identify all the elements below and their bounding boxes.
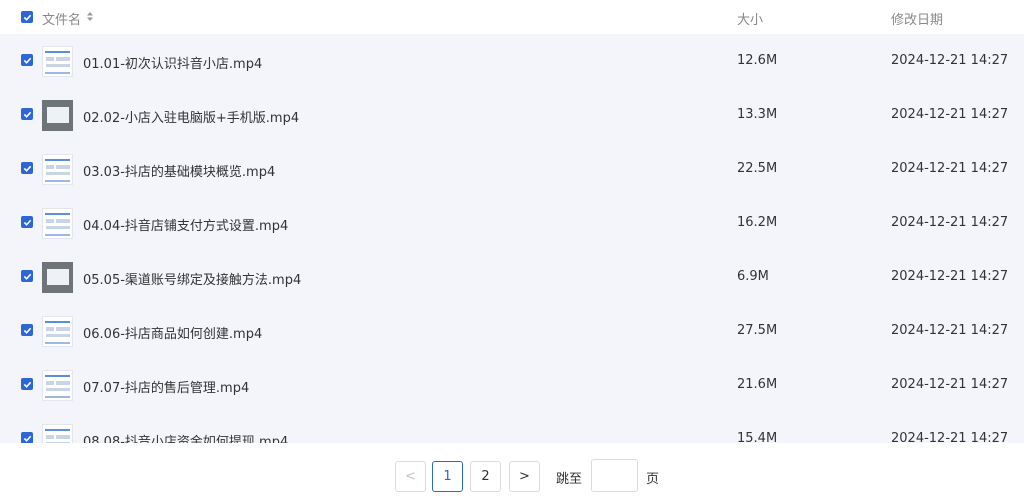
video-thumbnail-icon (42, 424, 73, 443)
file-name[interactable]: 08.08-抖音小店资金如何提现.mp4 (83, 431, 288, 443)
row-checkbox[interactable] (21, 108, 33, 120)
row-checkbox[interactable] (21, 378, 33, 390)
next-page-button[interactable]: > (509, 461, 540, 492)
row-checkbox[interactable] (21, 162, 33, 174)
table-row[interactable]: 06.06-抖店商品如何创建.mp4 27.5M 2024-12-21 14:27 (0, 304, 1024, 358)
row-checkbox[interactable] (21, 54, 33, 66)
check-icon (23, 165, 31, 172)
column-header-name[interactable]: 文件名 (42, 9, 81, 28)
pagination: < 1 2 > 跳至 页 (0, 443, 1024, 501)
file-name[interactable]: 03.03-抖店的基础模块概览.mp4 (83, 161, 275, 180)
file-modified-date: 2024-12-21 14:27 (891, 269, 1009, 284)
file-name[interactable]: 04.04-抖音店铺支付方式设置.mp4 (83, 215, 288, 234)
file-table: 文件名 大小 修改日期 01.01-初次认识抖音小店.mp4 12.6M 2024-… (0, 0, 1024, 443)
file-size: 22.5M (737, 161, 778, 176)
jump-page-input[interactable] (591, 459, 638, 492)
file-modified-date: 2024-12-21 14:27 (891, 323, 1009, 338)
file-name[interactable]: 07.07-抖店的售后管理.mp4 (83, 377, 249, 396)
check-icon (23, 57, 31, 64)
video-thumbnail-icon (42, 370, 73, 401)
page-unit-label: 页 (646, 472, 660, 487)
file-name[interactable]: 06.06-抖店商品如何创建.mp4 (83, 323, 262, 342)
file-modified-date: 2024-12-21 14:27 (891, 215, 1009, 230)
check-icon (23, 381, 31, 388)
table-row[interactable]: 07.07-抖店的售后管理.mp4 21.6M 2024-12-21 14:27 (0, 358, 1024, 412)
check-icon (23, 219, 31, 226)
file-size: 21.6M (737, 377, 778, 392)
video-thumbnail-icon (42, 46, 73, 77)
video-thumbnail-icon (42, 316, 73, 347)
column-header-size: 大小 (737, 13, 764, 28)
prev-page-button[interactable]: < (395, 461, 426, 492)
check-icon (23, 111, 31, 118)
file-modified-date: 2024-12-21 14:27 (891, 107, 1009, 122)
table-row[interactable]: 05.05-渠道账号绑定及接触方法.mp4 6.9M 2024-12-21 14:2… (0, 250, 1024, 304)
video-thumbnail-icon (42, 262, 73, 293)
row-checkbox[interactable] (21, 432, 33, 443)
check-icon (23, 273, 31, 280)
file-modified-date: 2024-12-21 14:27 (891, 431, 1009, 443)
column-header-date: 修改日期 (891, 13, 944, 28)
table-header: 文件名 大小 修改日期 (0, 0, 1024, 34)
file-name[interactable]: 05.05-渠道账号绑定及接触方法.mp4 (83, 269, 301, 288)
table-row[interactable]: 02.02-小店入驻电脑版+手机版.mp4 13.3M 2024-12-21 14:… (0, 88, 1024, 142)
page-button-1[interactable]: 1 (432, 461, 463, 492)
check-icon (23, 14, 31, 21)
row-checkbox[interactable] (21, 270, 33, 282)
file-size: 27.5M (737, 323, 778, 338)
file-size: 16.2M (737, 215, 778, 230)
video-thumbnail-icon (42, 208, 73, 239)
file-size: 13.3M (737, 107, 778, 122)
file-name[interactable]: 01.01-初次认识抖音小店.mp4 (83, 53, 262, 72)
sort-icon[interactable] (86, 11, 94, 22)
jump-label: 跳至 (556, 472, 583, 487)
table-row[interactable]: 04.04-抖音店铺支付方式设置.mp4 16.2M 2024-12-21 14:2… (0, 196, 1024, 250)
table-row[interactable]: 08.08-抖音小店资金如何提现.mp4 15.4M 2024-12-21 14:2… (0, 412, 1024, 443)
video-thumbnail-icon (42, 154, 73, 185)
table-row[interactable]: 03.03-抖店的基础模块概览.mp4 22.5M 2024-12-21 14:27 (0, 142, 1024, 196)
file-modified-date: 2024-12-21 14:27 (891, 377, 1009, 392)
check-icon (23, 327, 31, 334)
file-name[interactable]: 02.02-小店入驻电脑版+手机版.mp4 (83, 107, 299, 126)
row-checkbox[interactable] (21, 324, 33, 336)
table-row[interactable]: 01.01-初次认识抖音小店.mp4 12.6M 2024-12-21 14:27 (0, 34, 1024, 88)
file-size: 6.9M (737, 269, 769, 284)
file-size: 12.6M (737, 53, 778, 68)
row-checkbox[interactable] (21, 216, 33, 228)
page-button-2[interactable]: 2 (470, 461, 501, 492)
video-thumbnail-icon (42, 100, 73, 131)
check-icon (23, 435, 31, 442)
file-modified-date: 2024-12-21 14:27 (891, 53, 1009, 68)
select-all-checkbox[interactable] (21, 11, 33, 23)
file-size: 15.4M (737, 431, 778, 443)
file-modified-date: 2024-12-21 14:27 (891, 161, 1009, 176)
